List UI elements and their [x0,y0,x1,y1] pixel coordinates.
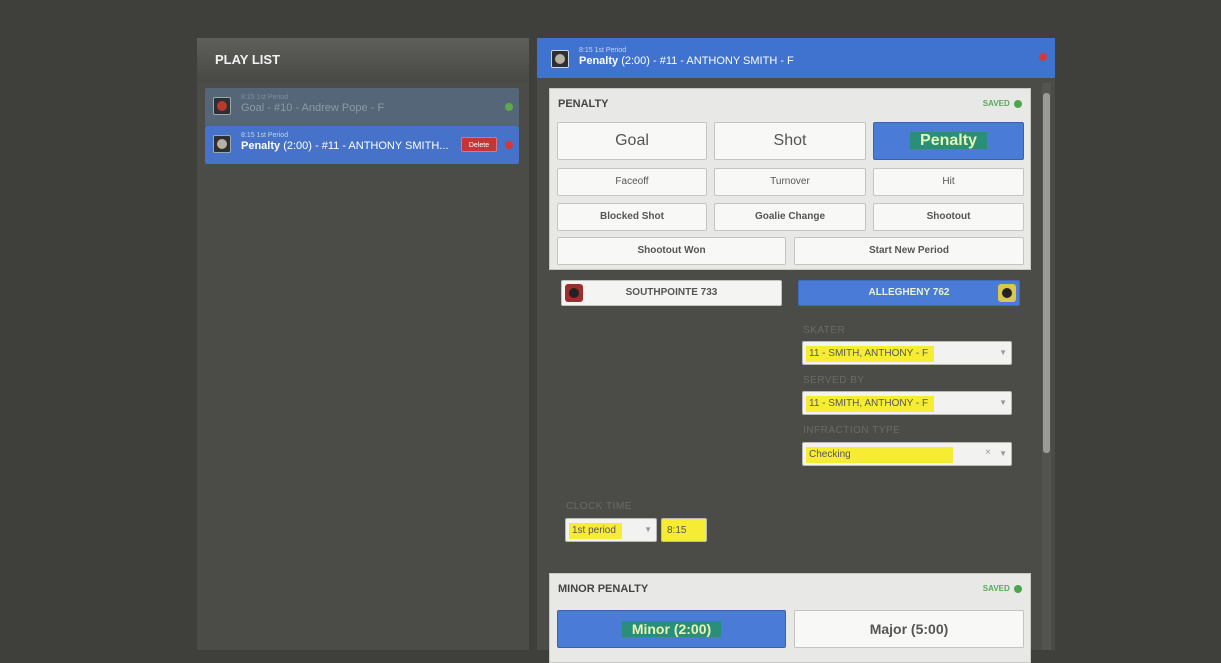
penalty-button-label: Penalty [910,132,987,149]
skater-value: 11 - SMITH, ANTHONY - F [806,346,935,362]
chevron-down-icon: ▼ [999,449,1007,458]
minor-penalty-label: Minor (2:00) [621,621,722,637]
infraction-type-select[interactable]: Checking × ▼ [802,442,1012,466]
served-by-select[interactable]: 11 - SMITH, ANTHONY - F ▼ [802,391,1012,415]
infraction-type-label: INFRACTION TYPE [803,425,901,436]
minor-penalty-button[interactable]: Minor (2:00) [557,610,786,648]
saved-indicator: SAVED [983,99,1022,108]
status-dot-icon [505,103,513,111]
play-detail-panel: 8:15 1st Period Penalty (2:00) - #11 - A… [537,38,1055,663]
scrollbar-thumb[interactable] [1043,93,1050,453]
shootout-button[interactable]: Shootout [873,203,1024,231]
served-by-label: SERVED BY [803,375,865,386]
saved-check-icon [1014,99,1022,108]
clock-time-input[interactable]: 8:15 [661,518,707,542]
start-new-period-button[interactable]: Start New Period [794,237,1024,265]
major-penalty-button[interactable]: Major (5:00) [794,610,1024,648]
home-team-button[interactable]: SOUTHPOINTE 733 [561,280,782,306]
detail-play-type: Penalty [579,55,619,67]
play-type: Penalty [241,140,281,152]
team-logo-icon [551,50,569,68]
saved-label: SAVED [982,99,1010,108]
goalie-change-button[interactable]: Goalie Change [714,203,866,231]
play-list-panel: PLAY LIST 8:15 1st Period Goal - #10 - A… [197,38,529,650]
turnover-button[interactable]: Turnover [714,168,866,196]
penalty-button[interactable]: Penalty [873,122,1024,160]
skater-label: SKATER [803,325,846,336]
chevron-down-icon: ▼ [644,525,652,534]
skater-select[interactable]: 11 - SMITH, ANTHONY - F ▼ [802,341,1012,365]
play-list-title: PLAY LIST [197,38,529,82]
team-logo-icon [213,135,231,153]
play-title: Goal - #10 - Andrew Pope - F [241,102,385,114]
away-team-label: ALLEGHENY 762 [868,287,950,298]
away-team-button[interactable]: ALLEGHENY 762 [798,280,1020,306]
saved-check-icon [1014,584,1022,593]
clear-icon[interactable]: × [985,447,991,458]
detail-title-rest: (2:00) - #11 - ANTHONY SMITH - F [618,55,794,67]
detail-time: 8:15 1st Period [579,47,627,54]
detail-title: Penalty (2:00) - #11 - ANTHONY SMITH - F [579,55,794,67]
detail-header: 8:15 1st Period Penalty (2:00) - #11 - A… [537,38,1055,78]
clock-time-label: CLOCK TIME [566,501,632,512]
status-dot-icon [505,141,513,149]
served-by-value: 11 - SMITH, ANTHONY - F [806,396,935,412]
clock-time-value: 8:15 [664,523,693,539]
shootout-won-button[interactable]: Shootout Won [557,237,786,265]
away-team-logo-icon [998,284,1016,302]
play-title-rest: (2:00) - #11 - ANTHONY SMITH... [280,140,449,152]
status-dot-icon [1039,53,1047,61]
play-list-item[interactable]: 8:15 1st Period Goal - #10 - Andrew Pope… [205,88,519,126]
penalty-card: PENALTY SAVED Goal Shot Penalty Faceoff … [549,88,1031,270]
play-time: 8:15 1st Period [241,132,289,139]
goal-button[interactable]: Goal [557,122,707,160]
shot-button[interactable]: Shot [714,122,866,160]
play-list-item-selected[interactable]: 8:15 1st Period Penalty (2:00) - #11 - A… [205,126,519,164]
blocked-shot-button[interactable]: Blocked Shot [557,203,707,231]
chevron-down-icon: ▼ [999,348,1007,357]
play-title: Penalty (2:00) - #11 - ANTHONY SMITH... [241,140,448,152]
infraction-type-value: Checking [806,447,953,463]
delete-button[interactable]: Delete [461,137,497,152]
card-title: PENALTY [558,98,609,110]
period-value: 1st period [569,523,622,539]
period-select[interactable]: 1st period ▼ [565,518,657,542]
home-team-logo-icon [565,284,583,302]
home-team-label: SOUTHPOINTE 733 [625,287,718,298]
hit-button[interactable]: Hit [873,168,1024,196]
play-time: 8:15 1st Period [241,94,289,101]
saved-label: SAVED [982,584,1010,593]
team-logo-icon [213,97,231,115]
chevron-down-icon: ▼ [999,398,1007,407]
faceoff-button[interactable]: Faceoff [557,168,707,196]
card-title: MINOR PENALTY [558,583,649,595]
saved-indicator: SAVED [983,584,1022,593]
